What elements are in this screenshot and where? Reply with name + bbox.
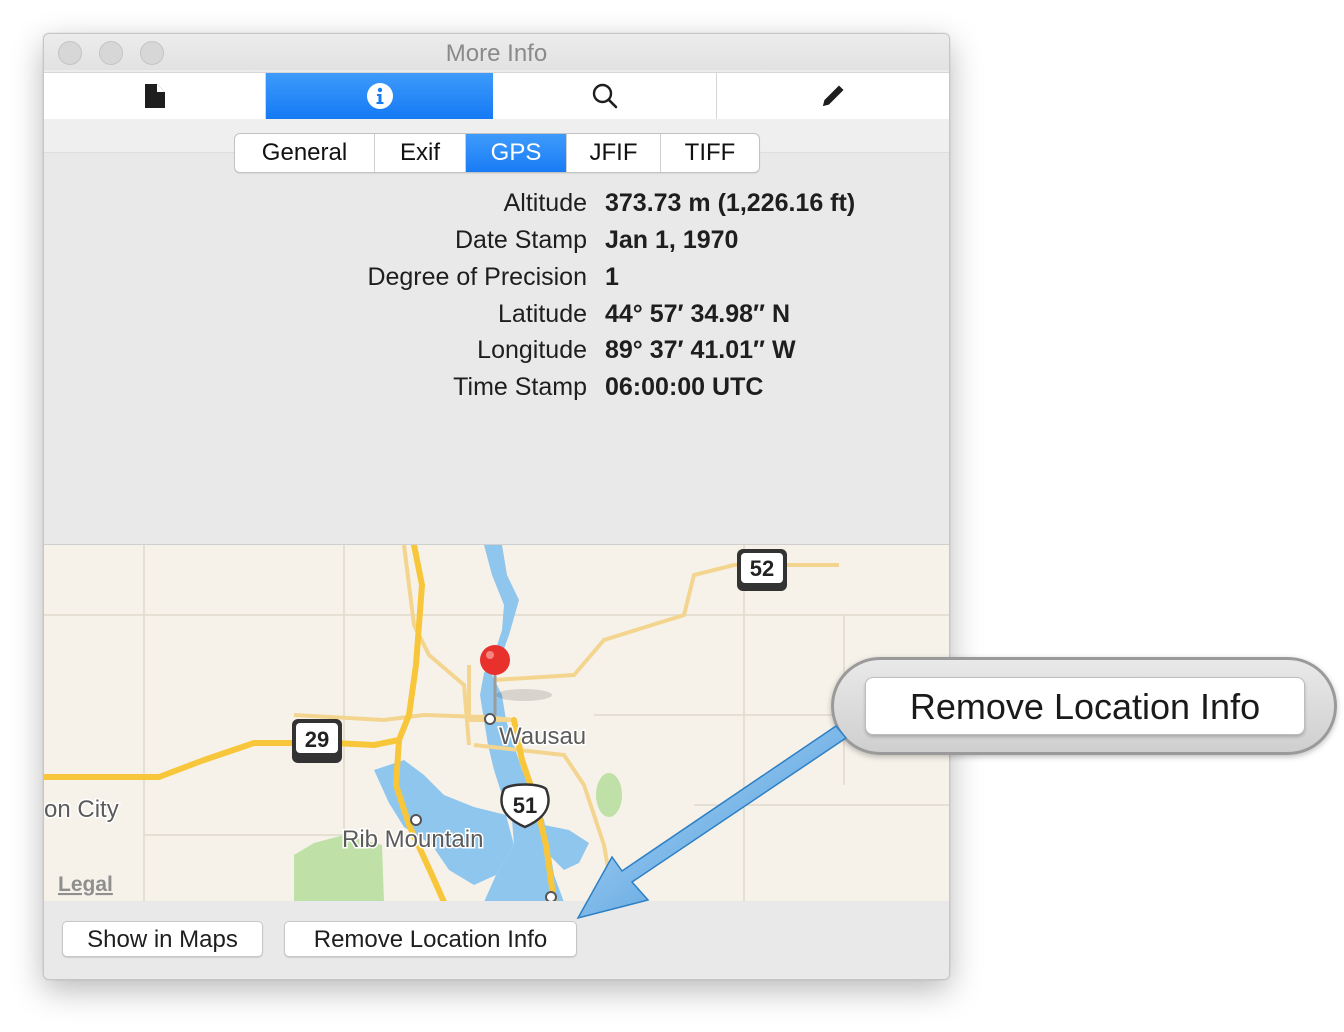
show-in-maps-button[interactable]: Show in Maps: [62, 921, 263, 957]
gps-value: 373.73 m (1,226.16 ft): [605, 189, 856, 217]
tab-more-info[interactable]: [266, 73, 493, 119]
tab-search[interactable]: [493, 73, 717, 119]
gps-label: Latitude: [498, 300, 587, 328]
gps-value: 44° 57′ 34.98″ N: [605, 300, 791, 328]
gps-panel: General Exif GPS JFIF TIFF Altitude 373.…: [44, 119, 949, 544]
town-marker: [410, 814, 422, 826]
gps-label: Degree of Precision: [367, 263, 587, 291]
route-shield: 29: [292, 719, 342, 763]
map-legal-link: Legal: [58, 873, 113, 896]
map-label-city-edge: on City: [44, 796, 119, 823]
gps-value: 06:00:00 UTC: [605, 373, 764, 401]
segment-tiff[interactable]: TIFF: [661, 134, 759, 172]
magnifier-icon: [592, 83, 617, 109]
route-number: 51: [513, 793, 537, 818]
map-canvas: 52 29 51 Wausau Rib Mountain on City Leg…: [44, 545, 949, 902]
location-map[interactable]: 52 29 51 Wausau Rib Mountain on City Leg…: [44, 544, 949, 902]
gps-label: Altitude: [503, 189, 587, 217]
segment-general[interactable]: General: [235, 134, 375, 172]
document-icon: [144, 84, 165, 108]
segment-gps[interactable]: GPS: [466, 134, 567, 172]
route-number: 52: [750, 556, 774, 581]
bottom-bar: Show in Maps Remove Location Info: [44, 901, 949, 979]
gps-value: 1: [605, 263, 619, 291]
gps-row-longitude: Longitude 89° 37′ 41.01″ W: [44, 336, 949, 373]
gps-value: Jan 1, 1970: [605, 226, 739, 254]
gps-value: 89° 37′ 41.01″ W: [605, 336, 796, 364]
map-label-rib-mountain: Rib Mountain: [342, 826, 483, 853]
remove-location-info-button[interactable]: Remove Location Info: [284, 921, 577, 957]
gps-row-altitude: Altitude 373.73 m (1,226.16 ft): [44, 189, 949, 226]
metadata-segmented-control: General Exif GPS JFIF TIFF: [234, 133, 760, 173]
gps-label: Time Stamp: [453, 373, 587, 401]
gps-label: Longitude: [477, 336, 587, 364]
segment-jfif[interactable]: JFIF: [567, 134, 661, 172]
tab-annotate[interactable]: [717, 73, 949, 119]
more-info-window: More Info General Exif GPS JFIF TIFF Alt…: [43, 33, 950, 980]
pencil-icon: [823, 85, 844, 106]
route-shield: 52: [737, 549, 787, 591]
town-marker: [484, 713, 496, 725]
window-title: More Info: [445, 40, 548, 67]
titlebar: More Info: [44, 34, 949, 70]
gps-row-degree-of-precision: Degree of Precision 1: [44, 263, 949, 300]
callout-remove-location-label: Remove Location Info: [865, 677, 1305, 735]
map-label-wausau: Wausau: [499, 723, 586, 750]
tab-general-info[interactable]: [44, 73, 266, 119]
park-area: [596, 773, 622, 817]
inspector-toolbar: [44, 72, 949, 120]
segment-exif[interactable]: Exif: [375, 134, 466, 172]
gps-label: Date Stamp: [454, 226, 587, 254]
gps-row-date-stamp: Date Stamp Jan 1, 1970: [44, 226, 949, 263]
gps-row-time-stamp: Time Stamp 06:00:00 UTC: [44, 373, 949, 410]
gps-row-latitude: Latitude 44° 57′ 34.98″ N: [44, 300, 949, 337]
route-number: 29: [305, 727, 329, 752]
info-icon: [366, 83, 393, 109]
